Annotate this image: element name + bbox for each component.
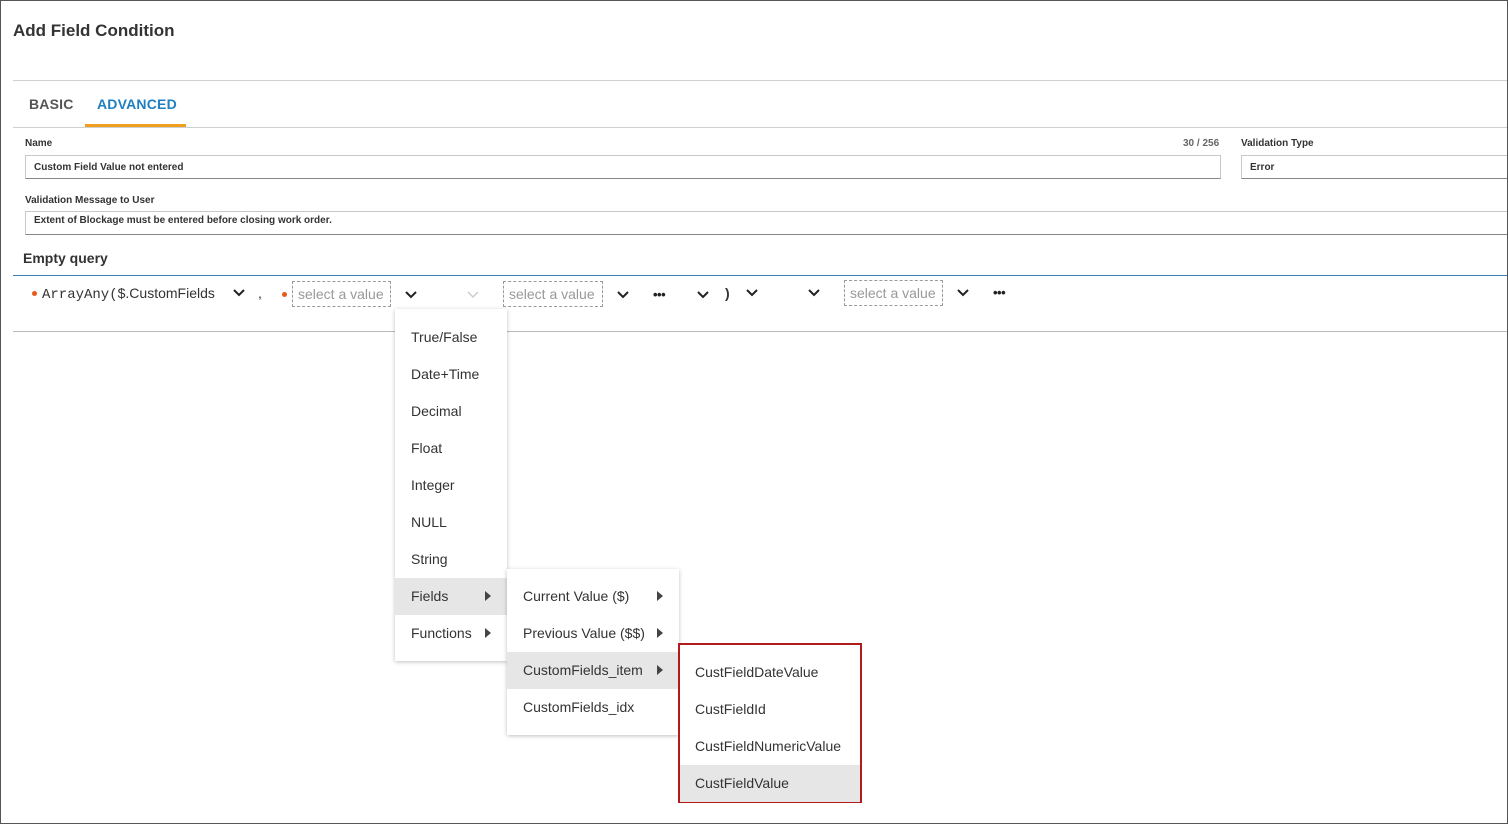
caret-right-icon — [657, 665, 663, 675]
validation-type-select[interactable]: Error — [1241, 155, 1507, 179]
menu-item-integer[interactable]: Integer — [395, 467, 507, 504]
message-label: Validation Message to User — [25, 195, 155, 206]
query-title: Empty query — [23, 250, 108, 266]
value-select-1[interactable]: select a value — [292, 281, 391, 307]
menu-item-custfieldvalue[interactable]: CustFieldValue — [680, 765, 860, 802]
value-select-2[interactable]: select a value — [503, 281, 603, 307]
query-bottom-divider — [13, 331, 1507, 332]
required-marker — [32, 291, 37, 296]
menu-item-custfielddatevalue[interactable]: CustFieldDateValue — [680, 654, 860, 691]
menu-item-previous-value-label: Previous Value ($$) — [523, 625, 645, 641]
name-input[interactable]: Custom Field Value not entered — [25, 155, 1221, 179]
menu-item-custfieldid[interactable]: CustFieldId — [680, 691, 860, 728]
name-label: Name — [25, 138, 53, 149]
menu-item-float[interactable]: Float — [395, 430, 507, 467]
caret-right-icon — [485, 628, 491, 638]
required-marker — [282, 292, 287, 297]
caret-right-icon — [657, 628, 663, 638]
caret-right-icon — [657, 591, 663, 601]
menu-item-customfields-item[interactable]: CustomFields_item — [507, 652, 679, 689]
customfields-item-submenu: CustFieldDateValue CustFieldId CustField… — [678, 643, 862, 803]
query-function[interactable]: ArrayAny($.CustomFields — [42, 285, 215, 303]
caret-right-icon — [485, 591, 491, 601]
menu-item-fields-label: Fields — [411, 588, 449, 604]
dialog: Add Field Condition BASIC ADVANCED Name … — [0, 0, 1508, 824]
function-field: $.CustomFields — [117, 285, 215, 301]
name-char-counter: 30 / 256 — [1183, 138, 1220, 149]
message-input[interactable]: Extent of Blockage must be entered befor… — [25, 211, 1507, 235]
menu-item-custfieldnumericvalue[interactable]: CustFieldNumericValue — [680, 728, 860, 765]
chevron-down-icon[interactable] — [745, 286, 759, 300]
tab-advanced[interactable]: ADVANCED — [97, 96, 177, 112]
query-comma: , — [258, 285, 262, 301]
chevron-down-icon[interactable] — [956, 286, 970, 300]
menu-item-previous-value[interactable]: Previous Value ($$) — [507, 615, 679, 652]
menu-item-string[interactable]: String — [395, 541, 507, 578]
more-options-icon[interactable]: ••• — [653, 287, 666, 302]
more-options-icon[interactable]: ••• — [993, 285, 1006, 300]
function-name: ArrayAny( — [42, 287, 118, 303]
fields-submenu: Current Value ($) Previous Value ($$) Cu… — [507, 569, 679, 735]
menu-item-date-time[interactable]: Date+Time — [395, 356, 507, 393]
chevron-down-icon[interactable] — [807, 286, 821, 300]
chevron-down-icon[interactable] — [232, 286, 246, 300]
chevron-down-icon[interactable] — [616, 288, 630, 302]
validation-type-label: Validation Type — [1241, 138, 1314, 149]
value-select-3[interactable]: select a value — [844, 280, 943, 306]
menu-item-current-value-label: Current Value ($) — [523, 588, 630, 604]
title-divider — [13, 80, 1507, 81]
menu-item-functions[interactable]: Functions — [395, 615, 507, 652]
dialog-title: Add Field Condition — [13, 21, 175, 40]
query-paren-close: ) — [725, 285, 730, 301]
chevron-down-icon[interactable] — [404, 288, 418, 302]
chevron-down-icon[interactable] — [696, 288, 710, 302]
tab-basic[interactable]: BASIC — [29, 96, 74, 112]
tabs-divider — [13, 127, 1507, 128]
query-divider — [13, 275, 1507, 276]
value-type-menu: True/False Date+Time Decimal Float Integ… — [395, 309, 507, 661]
menu-item-true-false[interactable]: True/False — [395, 319, 507, 356]
menu-item-customfields-idx[interactable]: CustomFields_idx — [507, 689, 679, 726]
menu-item-current-value[interactable]: Current Value ($) — [507, 578, 679, 615]
chevron-down-icon-disabled — [466, 288, 480, 302]
menu-item-functions-label: Functions — [411, 625, 472, 641]
menu-item-customfields-item-label: CustomFields_item — [523, 662, 643, 678]
menu-item-decimal[interactable]: Decimal — [395, 393, 507, 430]
menu-item-null[interactable]: NULL — [395, 504, 507, 541]
menu-item-fields[interactable]: Fields — [395, 578, 507, 615]
